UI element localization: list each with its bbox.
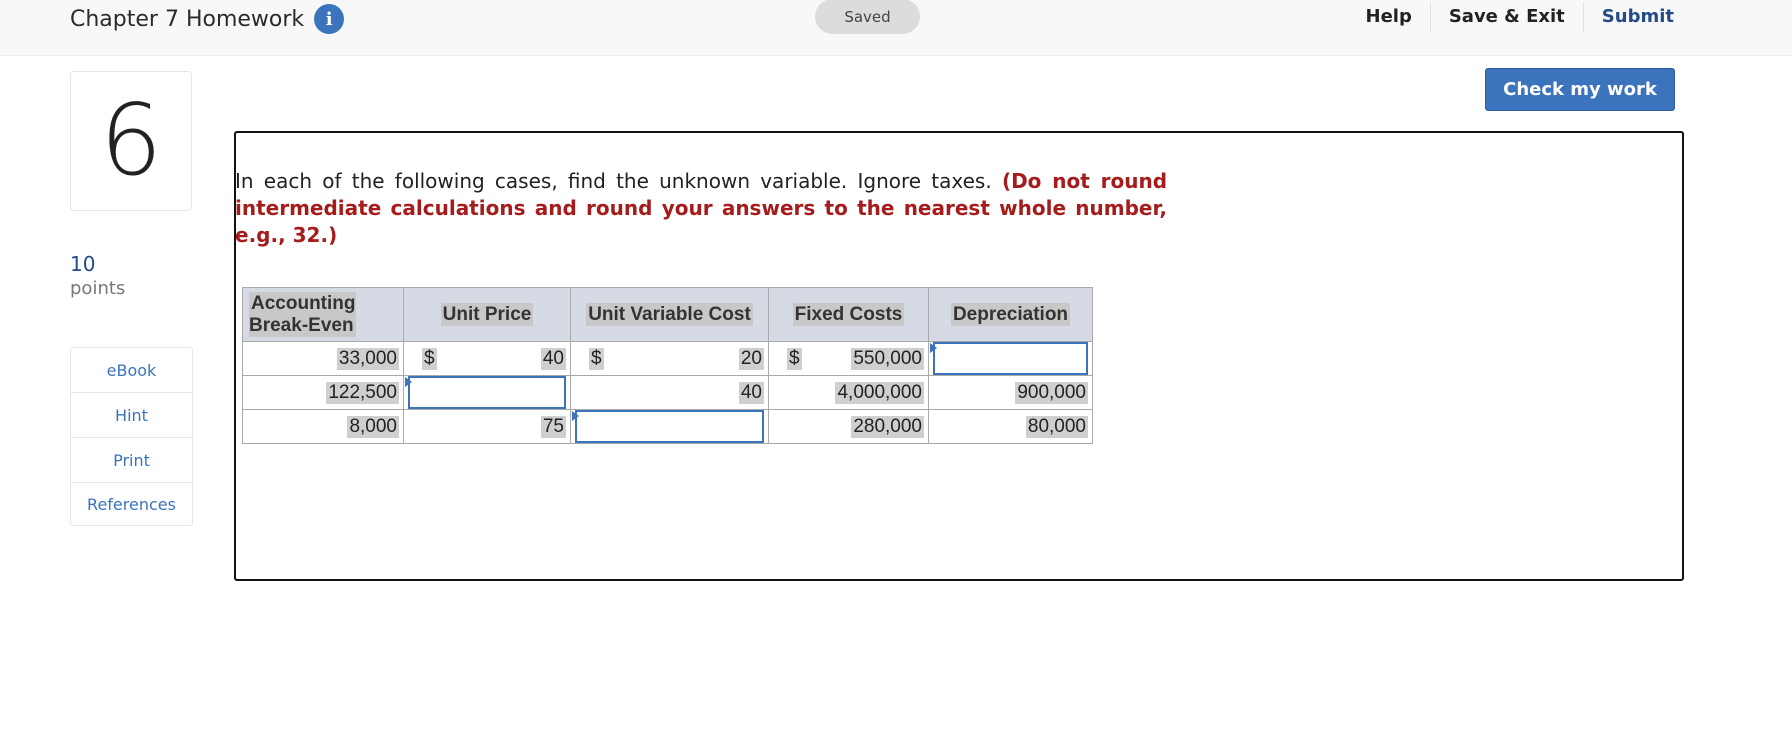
fixed-costs-cell: $550,000 <box>768 341 929 376</box>
assignment-title-text: Chapter 7 Homework <box>70 6 305 32</box>
table-row: 122,500 40 4,000,000 900,000 <box>242 375 1093 410</box>
table-row: 8,000 75 280,000 80,000 <box>242 409 1093 444</box>
unit-variable-cost-cell: $20 <box>570 341 769 376</box>
table-header-row: Accounting Break-Even Unit Price Unit Va… <box>242 287 1093 342</box>
unit-price-input-cell <box>403 375 571 410</box>
break-even-cell: 33,000 <box>242 341 404 376</box>
references-link[interactable]: References <box>71 483 192 525</box>
break-even-cell: 122,500 <box>242 375 404 410</box>
depreciation-cell: 900,000 <box>928 375 1093 410</box>
unit-price-answer-input[interactable] <box>408 376 566 409</box>
depreciation-answer-input[interactable] <box>933 342 1088 375</box>
unit-price-cell: $40 <box>403 341 571 376</box>
break-even-table: Accounting Break-Even Unit Price Unit Va… <box>242 287 1093 444</box>
info-icon[interactable]: i <box>314 4 345 34</box>
unit-variable-cost-answer-input[interactable] <box>575 410 764 443</box>
unit-variable-cost-input-cell <box>570 409 769 444</box>
depreciation-input-cell <box>928 341 1093 376</box>
save-exit-link[interactable]: Save & Exit <box>1431 2 1584 32</box>
question-panel: In each of the following cases, find the… <box>234 131 1684 581</box>
points-value: 10 <box>70 252 96 276</box>
help-link[interactable]: Help <box>1348 2 1431 32</box>
input-flag-icon <box>930 343 937 353</box>
header-fixed-costs: Fixed Costs <box>768 287 929 342</box>
input-flag-icon <box>572 411 579 421</box>
table-row: 33,000 $40 $20 $550,000 <box>242 341 1093 376</box>
depreciation-cell: 80,000 <box>928 409 1093 444</box>
input-flag-icon <box>405 377 412 387</box>
fixed-costs-cell: 4,000,000 <box>768 375 929 410</box>
question-number: 6 <box>70 71 192 211</box>
header-break-even: Accounting Break-Even <box>242 287 404 342</box>
submit-link[interactable]: Submit <box>1584 2 1792 32</box>
check-my-work-button[interactable]: Check my work <box>1485 68 1675 111</box>
break-even-cell: 8,000 <box>242 409 404 444</box>
header-depreciation: Depreciation <box>928 287 1093 342</box>
top-bar: Chapter 7 Homework i Saved Help Save & E… <box>0 0 1792 56</box>
hint-link[interactable]: Hint <box>71 393 192 438</box>
ebook-link[interactable]: eBook <box>71 348 192 393</box>
side-tools: eBook Hint Print References <box>70 347 193 526</box>
print-link[interactable]: Print <box>71 438 192 483</box>
assignment-title: Chapter 7 Homework i <box>70 4 345 34</box>
header-unit-variable-cost: Unit Variable Cost <box>570 287 769 342</box>
header-unit-price: Unit Price <box>403 287 571 342</box>
unit-variable-cost-cell: 40 <box>570 375 769 410</box>
prompt-text: In each of the following cases, find the… <box>235 169 992 193</box>
fixed-costs-cell: 280,000 <box>768 409 929 444</box>
top-nav: Help Save & Exit Submit <box>1348 0 1792 34</box>
question-prompt: In each of the following cases, find the… <box>235 168 1167 249</box>
points-label: points <box>70 278 126 299</box>
saved-status-badge: Saved <box>815 0 920 34</box>
unit-price-cell: 75 <box>403 409 571 444</box>
